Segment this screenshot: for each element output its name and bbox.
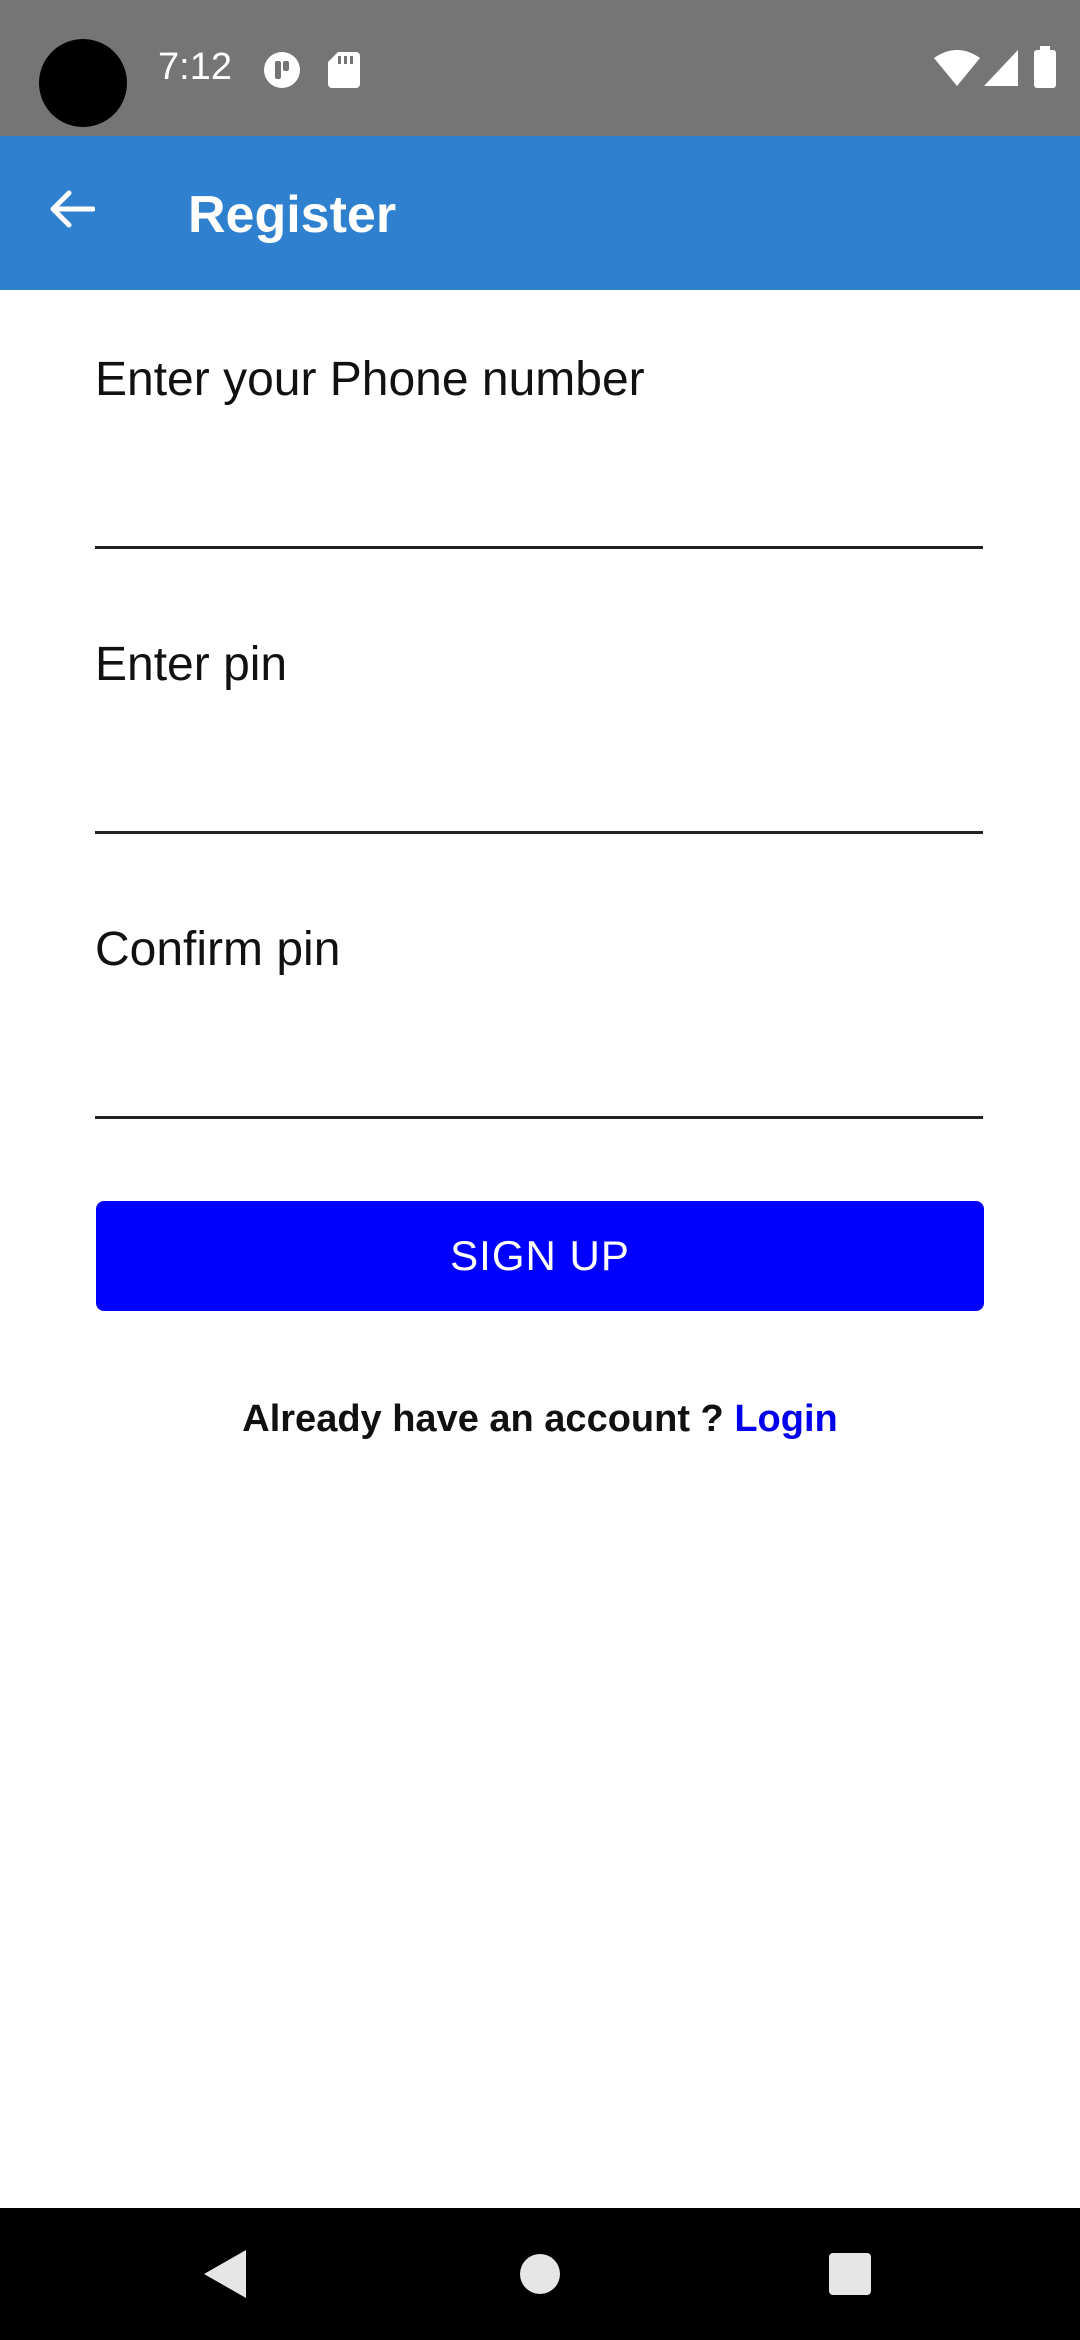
wifi-icon bbox=[934, 50, 980, 91]
cellular-signal-icon bbox=[984, 50, 1018, 91]
pin-label: Enter pin bbox=[95, 638, 288, 691]
system-nav-bar bbox=[0, 2208, 1080, 2340]
confirm-pin-label: Confirm pin bbox=[95, 923, 341, 976]
login-link[interactable]: Login bbox=[734, 1398, 837, 1440]
back-button[interactable] bbox=[36, 166, 106, 256]
battery-icon bbox=[1034, 46, 1056, 93]
nav-recents-icon[interactable] bbox=[829, 2253, 871, 2300]
phone-input[interactable] bbox=[95, 479, 983, 549]
status-bar: 7:12 bbox=[0, 0, 1080, 136]
nav-back-icon[interactable] bbox=[204, 2250, 246, 2303]
confirm-pin-input[interactable] bbox=[95, 1049, 983, 1119]
pin-input[interactable] bbox=[95, 764, 983, 834]
podcast-app-icon bbox=[262, 50, 302, 95]
arrow-back-icon bbox=[47, 189, 96, 234]
app-bar: Register bbox=[0, 136, 1080, 290]
phone-label: Enter your Phone number bbox=[95, 353, 645, 406]
sign-up-button[interactable]: SIGN UP bbox=[96, 1201, 984, 1311]
login-prompt-text: Already have an account ? bbox=[242, 1398, 724, 1440]
camera-cutout bbox=[39, 39, 127, 127]
nav-home-icon[interactable] bbox=[520, 2254, 560, 2299]
login-prompt: Already have an account ? Login bbox=[0, 1398, 1080, 1441]
status-time: 7:12 bbox=[158, 46, 232, 88]
sd-card-icon bbox=[328, 52, 360, 93]
page-title: Register bbox=[188, 186, 397, 244]
